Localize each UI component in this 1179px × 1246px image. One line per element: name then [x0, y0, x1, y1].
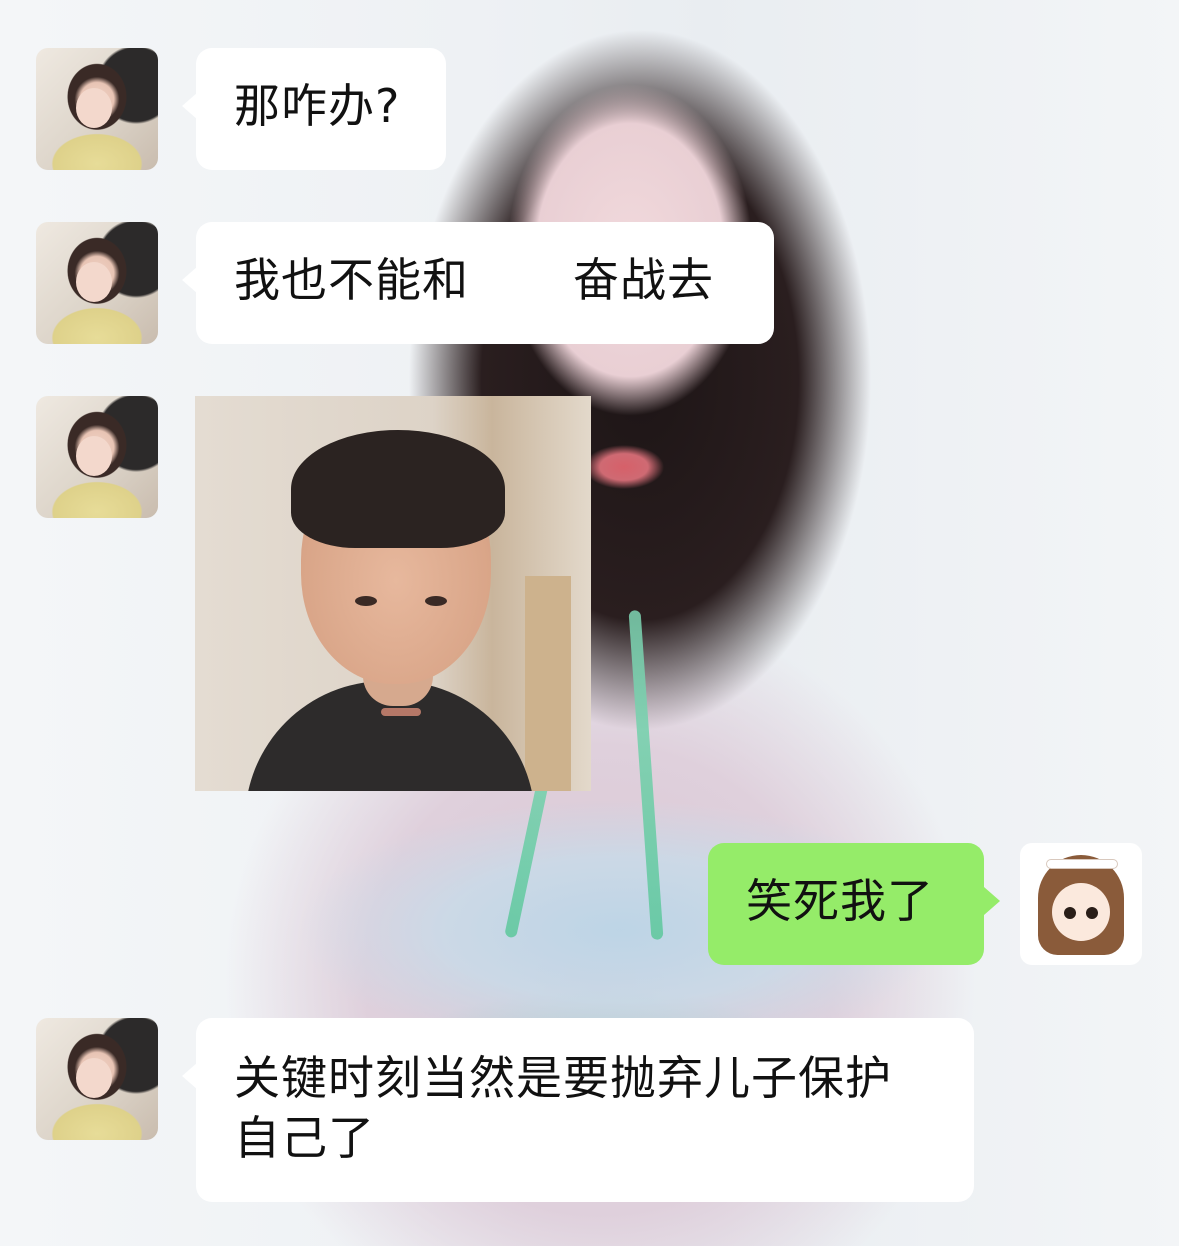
photo-person-mouth	[381, 708, 421, 716]
contact-avatar[interactable]	[36, 48, 158, 170]
my-avatar[interactable]	[1020, 843, 1142, 965]
avatar-face	[1052, 883, 1110, 941]
message-text: 那咋办?	[234, 79, 401, 133]
sent-message-bubble[interactable]: 笑死我了	[708, 843, 1000, 965]
avatar-eye	[1086, 907, 1098, 919]
avatar-face	[76, 436, 112, 476]
message-text: 关键时刻当然是要抛弃儿子保护自己了	[234, 1051, 892, 1165]
avatar-eye	[1064, 907, 1076, 919]
photo-person-hair	[291, 430, 505, 548]
received-message-bubble[interactable]: 我也不能和 奋战去	[182, 222, 774, 344]
photo-person-eye	[355, 596, 377, 606]
avatar-face	[76, 262, 112, 302]
photo-person-eye	[425, 596, 447, 606]
photo-background-door	[525, 576, 571, 791]
avatar-headband	[1046, 859, 1118, 869]
message-text: 我也不能和	[234, 253, 469, 307]
redacted-text	[469, 254, 573, 304]
contact-avatar[interactable]	[36, 396, 158, 518]
contact-avatar[interactable]	[36, 222, 158, 344]
image-message[interactable]	[195, 396, 591, 791]
message-text: 笑死我了	[746, 874, 934, 928]
received-message-bubble[interactable]: 那咋办?	[182, 48, 446, 170]
message-text: 奋战去	[573, 253, 714, 307]
avatar-face	[76, 1058, 112, 1098]
contact-avatar[interactable]	[36, 1018, 158, 1140]
received-message-bubble[interactable]: 关键时刻当然是要抛弃儿子保护自己了	[182, 1018, 974, 1202]
avatar-face	[76, 88, 112, 128]
